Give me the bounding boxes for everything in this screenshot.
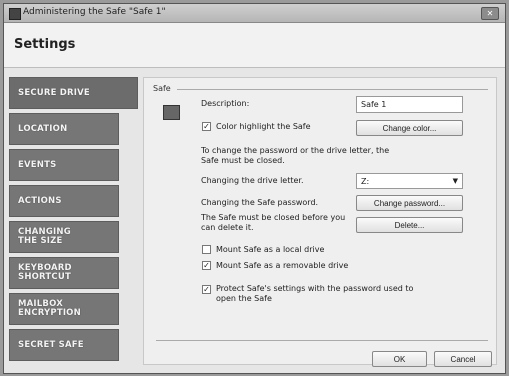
ok-button[interactable]: OK [372,351,427,367]
sidebar-item-label: CHANGING THE SIZE [18,227,71,246]
password-label: Changing the Safe password. [201,198,319,207]
title-bar[interactable]: Administering the Safe "Safe 1" ✕ [4,4,505,23]
sidebar-item-location[interactable]: LOCATION [9,113,119,145]
mount-removable-checkbox[interactable]: ✓ [202,261,211,270]
page-title: Settings [14,37,76,52]
sidebar-item-secret-safe[interactable]: SECRET SAFE [9,329,119,361]
protect-settings-label: Protect Safe's settings with the passwor… [216,284,414,303]
color-highlight-label: Color highlight the Safe [216,122,311,131]
sidebar-item-label: ACTIONS [18,196,62,206]
description-field[interactable]: Safe 1 [356,96,463,113]
sidebar-item-keyboard-shortcut[interactable]: KEYBOARD SHORTCUT [9,257,119,289]
sidebar-item-events[interactable]: EVENTS [9,149,119,181]
sidebar: SECURE DRIVE LOCATION EVENTS ACTIONS CHA… [9,77,139,367]
delete-button[interactable]: Delete... [356,217,463,233]
sidebar-item-mailbox-encryption[interactable]: MAILBOX ENCRYPTION [9,293,119,325]
sidebar-item-secure-drive[interactable]: SECURE DRIVE [9,77,138,109]
change-color-button[interactable]: Change color... [356,120,463,136]
mount-local-checkbox[interactable] [202,245,211,254]
delete-note: The Safe must be closed before you can d… [201,213,346,232]
group-title: Safe [153,84,171,93]
footer-divider [156,340,488,341]
sidebar-item-label: SECURE DRIVE [18,88,90,98]
close-icon[interactable]: ✕ [481,7,499,20]
safe-icon [163,105,180,120]
close-note: To change the password or the drive lett… [201,146,390,165]
cancel-button[interactable]: Cancel [434,351,492,367]
sidebar-item-label: LOCATION [18,124,68,134]
app-icon [9,8,21,20]
chevron-down-icon: ▼ [452,177,458,185]
settings-panel: Safe Description: Safe 1 ✓ Color highlig… [143,77,497,367]
window-title: Administering the Safe "Safe 1" [23,7,166,17]
group-divider [177,89,488,90]
drive-letter-select[interactable]: Z: ▼ [356,173,463,189]
header: Settings [4,23,505,68]
drive-letter-value: Z: [361,177,370,186]
color-highlight-checkbox[interactable]: ✓ [202,122,211,131]
sidebar-item-label: EVENTS [18,160,57,170]
drive-letter-label: Changing the drive letter. [201,176,304,185]
sidebar-item-label: KEYBOARD SHORTCUT [18,263,72,282]
description-label: Description: [201,99,250,108]
protect-settings-checkbox[interactable]: ✓ [202,285,211,294]
sidebar-item-changing-the-size[interactable]: CHANGING THE SIZE [9,221,119,253]
mount-local-label: Mount Safe as a local drive [216,245,325,254]
sidebar-item-actions[interactable]: ACTIONS [9,185,119,217]
mount-removable-label: Mount Safe as a removable drive [216,261,349,270]
sidebar-item-label: SECRET SAFE [18,340,84,350]
sidebar-item-label: MAILBOX ENCRYPTION [18,299,81,318]
change-password-button[interactable]: Change password... [356,195,463,211]
